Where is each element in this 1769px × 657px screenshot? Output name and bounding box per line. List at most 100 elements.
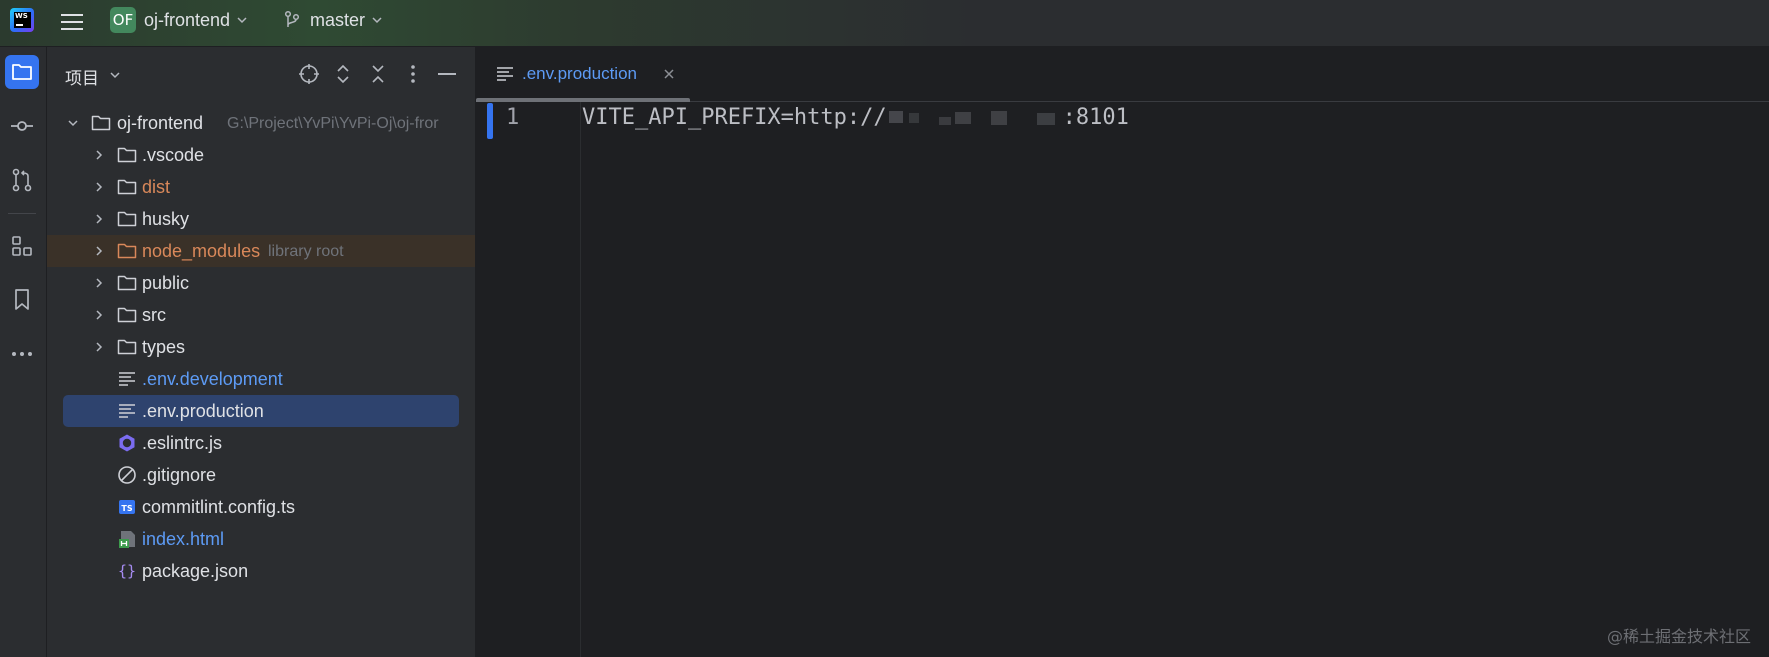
- tree-row-eslintrc[interactable]: .eslintrc.js: [47, 427, 475, 459]
- tree-row-node-modules[interactable]: node_modules library root: [47, 235, 475, 267]
- main-menu-icon[interactable]: [60, 10, 84, 34]
- close-icon[interactable]: [662, 67, 676, 81]
- chevron-right-icon[interactable]: [93, 213, 105, 225]
- ignore-file-icon: [118, 466, 136, 484]
- folder-icon: [117, 307, 137, 323]
- structure-icon: [12, 236, 32, 256]
- library-root-hint: library root: [268, 243, 344, 260]
- branch-switcher[interactable]: master: [282, 6, 383, 34]
- project-panel: 项目 oj-frontend G:\Project\YvPi\YvPi-Oj\o…: [47, 47, 476, 657]
- json-file-icon: {}: [118, 562, 136, 580]
- tree-label: public: [142, 273, 190, 293]
- hide-panel-icon[interactable]: [435, 62, 459, 86]
- pull-request-icon: [12, 168, 32, 192]
- tree-row-commitlint[interactable]: TS commitlint.config.ts: [47, 491, 475, 523]
- folder-icon: [117, 179, 137, 195]
- text-file-icon: [497, 67, 513, 81]
- html-file-icon: [119, 531, 135, 548]
- chevron-down-icon[interactable]: [67, 117, 79, 129]
- structure-tool-button[interactable]: [5, 229, 39, 263]
- chevron-right-icon[interactable]: [93, 181, 105, 193]
- chevron-right-icon[interactable]: [93, 277, 105, 289]
- changed-line-marker: [487, 103, 493, 139]
- tree-label: oj-frontend: [117, 113, 204, 133]
- redacted-host-blur: [887, 109, 1063, 127]
- tree-label: src: [142, 305, 166, 325]
- tree-label: index.html: [142, 529, 225, 549]
- chevron-right-icon[interactable]: [93, 309, 105, 321]
- project-tool-button[interactable]: [5, 55, 39, 89]
- git-branch-icon: [284, 10, 300, 27]
- text-file-icon: [119, 372, 135, 386]
- commit-tool-button[interactable]: [5, 109, 39, 143]
- tree-label: commitlint.config.ts: [142, 497, 296, 517]
- project-switcher[interactable]: OF oj-frontend: [110, 6, 248, 34]
- tree-row-index-html[interactable]: index.html: [47, 523, 475, 555]
- chevron-right-icon[interactable]: [93, 245, 105, 257]
- tree-label: package.json: [142, 561, 249, 581]
- chevron-right-icon[interactable]: [93, 149, 105, 161]
- tree-label: .vscode: [142, 145, 205, 165]
- collapse-all-icon[interactable]: [366, 62, 390, 86]
- code-line-1[interactable]: VITE_API_PREFIX=http:// :8101: [582, 105, 1129, 130]
- tab-env-production[interactable]: .env.production: [476, 47, 690, 102]
- editor-tab-bar: .env.production: [476, 47, 1769, 102]
- commit-icon: [11, 121, 33, 131]
- tree-path-hint: G:\Project\YvPi\YvPi-Oj\oj-fror: [227, 115, 439, 132]
- more-horizontal-icon: [12, 352, 32, 356]
- tree-label: node_modules: [142, 241, 261, 261]
- options-icon[interactable]: [401, 62, 425, 86]
- tree-row-env-production[interactable]: .env.production: [47, 395, 475, 427]
- branch-name: master: [310, 9, 366, 30]
- tree-label: .env.production: [142, 401, 264, 421]
- json-glyph: {}: [118, 562, 136, 580]
- ts-badge-text: TS: [121, 504, 132, 513]
- expand-all-icon[interactable]: [331, 62, 355, 86]
- tree-label: husky: [142, 209, 190, 229]
- project-panel-header: 项目: [47, 47, 475, 101]
- tree-row-vscode[interactable]: .vscode: [47, 139, 475, 171]
- bookmarks-tool-button[interactable]: [5, 283, 39, 317]
- tree-row-husky[interactable]: husky: [47, 203, 475, 235]
- line-number: 1: [506, 105, 520, 130]
- panel-title[interactable]: 项目: [65, 64, 99, 89]
- locate-file-icon[interactable]: [297, 62, 321, 86]
- watermark-text: @稀土掘金技术社区: [1606, 627, 1751, 646]
- tree-label: dist: [142, 177, 171, 197]
- webstorm-logo-icon[interactable]: WS: [10, 8, 34, 32]
- tree-label: .env.development: [142, 369, 283, 389]
- folder-icon: [117, 275, 137, 291]
- eslint-icon: [119, 434, 135, 452]
- tree-label: .eslintrc.js: [142, 433, 223, 453]
- folder-icon: [117, 147, 137, 163]
- logo-text: WS: [15, 12, 28, 20]
- tree-row-src[interactable]: src: [47, 299, 475, 331]
- chevron-down-icon: [237, 17, 247, 24]
- bookmark-icon: [15, 289, 29, 310]
- code-text-prefix: VITE_API_PREFIX=http://: [582, 105, 887, 130]
- chevron-down-icon[interactable]: [109, 69, 121, 81]
- tab-label: .env.production: [522, 64, 637, 83]
- typescript-file-icon: TS: [119, 500, 135, 514]
- folder-icon: [91, 115, 111, 131]
- tree-row-gitignore[interactable]: .gitignore: [47, 459, 475, 491]
- project-name: oj-frontend: [144, 9, 231, 30]
- more-tools-button[interactable]: [5, 337, 39, 371]
- tree-row-package-json[interactable]: {} package.json: [47, 555, 475, 587]
- pull-requests-tool-button[interactable]: [5, 163, 39, 197]
- library-folder-icon: [117, 243, 137, 259]
- chevron-down-icon: [372, 17, 382, 24]
- tree-label: .gitignore: [142, 465, 217, 485]
- tree-row-types[interactable]: types: [47, 331, 475, 363]
- editor-area: .env.production 1 VITE_API_PREFIX=http:/…: [476, 47, 1769, 657]
- folder-icon: [12, 64, 32, 80]
- editor-gutter: [476, 102, 581, 657]
- title-bar: WS OF oj-frontend master: [0, 0, 1769, 47]
- tree-row-public[interactable]: public: [47, 267, 475, 299]
- tree-row-oj-frontend[interactable]: oj-frontend G:\Project\YvPi\YvPi-Oj\oj-f…: [47, 107, 475, 139]
- tree-label: types: [142, 337, 186, 357]
- chevron-right-icon[interactable]: [93, 341, 105, 353]
- tree-row-dist[interactable]: dist: [47, 171, 475, 203]
- folder-icon: [117, 211, 137, 227]
- tree-row-env-development[interactable]: .env.development: [47, 363, 475, 395]
